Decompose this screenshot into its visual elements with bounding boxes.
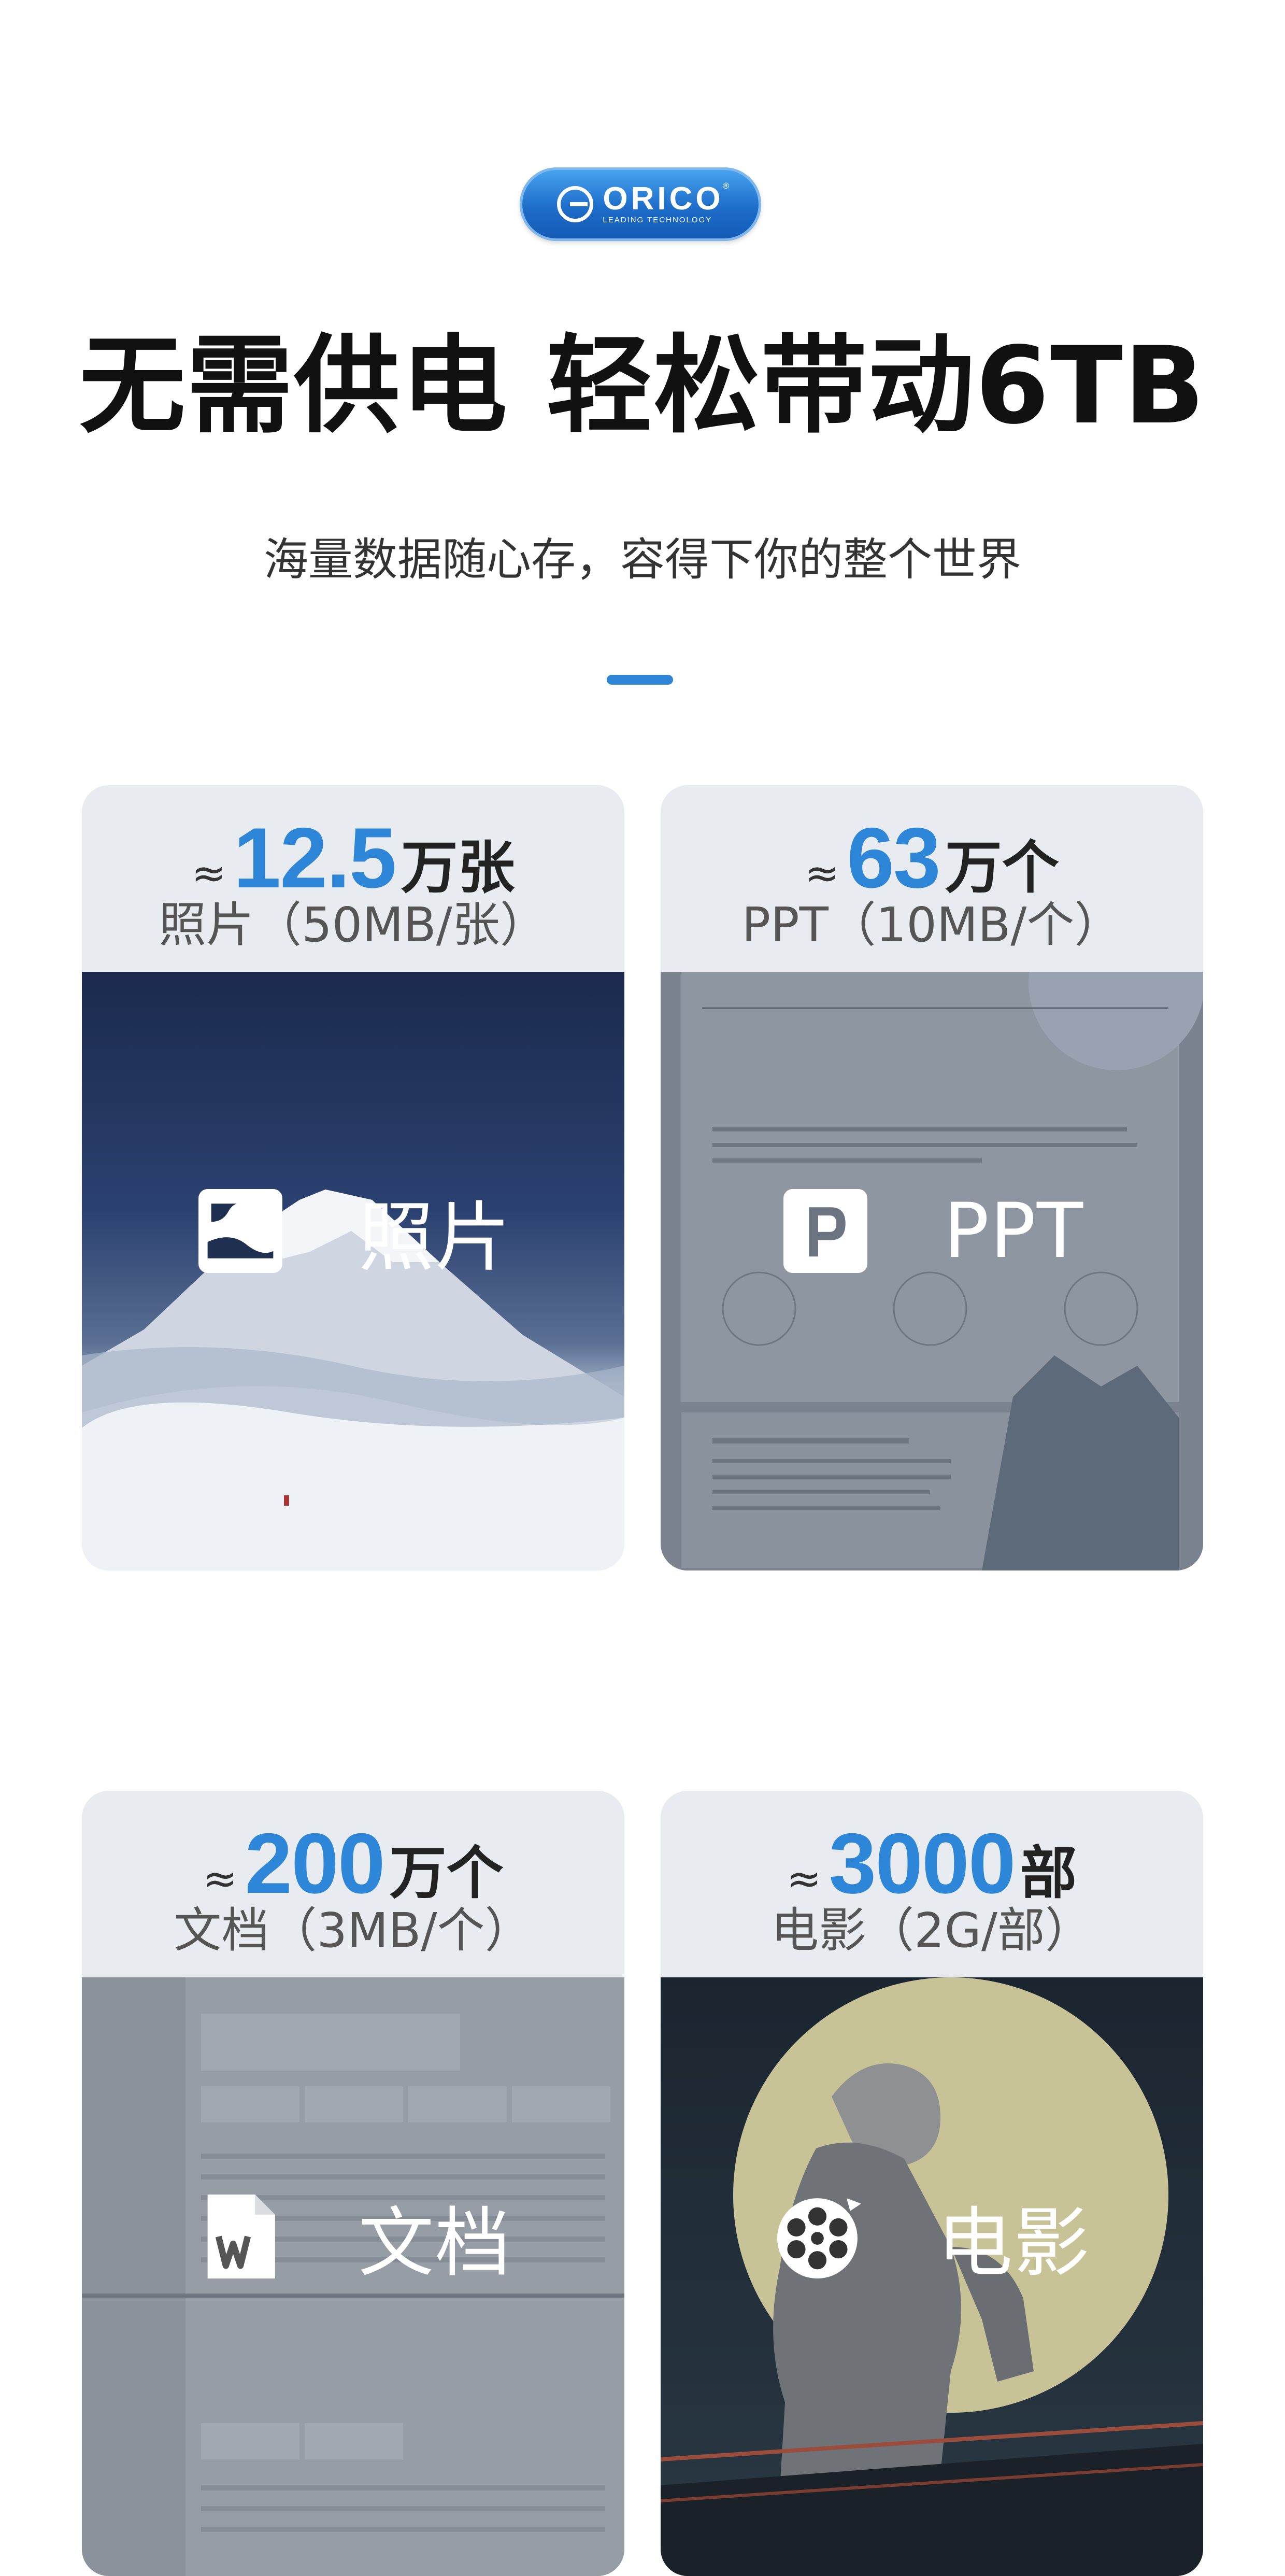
astronaut-moon-image: 电影 (661, 1977, 1203, 2576)
card-description: 电影（2G/部） (771, 1903, 1093, 1958)
card-description: 文档（3MB/个） (174, 1903, 533, 1958)
card-header: ≈3000部 电影（2G/部） (661, 1791, 1203, 1977)
logo-brand-name: ORICO (603, 181, 724, 217)
logo-tagline: LEADING TECHNOLOGY (603, 216, 712, 224)
card-description: 照片（50MB/张） (159, 897, 548, 953)
documents-ui-image: 文档 (82, 1977, 624, 2576)
media-label: PPT (661, 1179, 1203, 1283)
media-label-text: 电影 (937, 2199, 1091, 2287)
media-label: 电影 (661, 2185, 1203, 2288)
card-header: ≈63万个 PPT（10MB/个） (661, 785, 1203, 972)
ppt-icon (783, 1189, 867, 1273)
capacity-card-movies: ≈3000部 电影（2G/部） 电影 (661, 1791, 1203, 2576)
orico-logo-mark (557, 186, 594, 222)
media-label-text: 照片 (358, 1193, 512, 1282)
media-label-text: 文档 (358, 2199, 512, 2287)
card-header: ≈12.5万张 照片（50MB/张） (82, 785, 624, 972)
card-description: PPT（10MB/个） (741, 897, 1122, 953)
media-label-text: PPT (943, 1187, 1084, 1275)
page-subtitle: 海量数据随心存，容得下你的整个世界 (264, 534, 1021, 586)
capacity-card-photos: ≈12.5万张 照片（50MB/张） 照片 (82, 785, 624, 1570)
photo-icon (198, 1189, 282, 1273)
orico-logo: ORICO LEADING TECHNOLOGY ® (520, 167, 761, 241)
film-reel-icon (777, 2198, 861, 2278)
card-header: ≈200万个 文档（3MB/个） (82, 1791, 624, 1977)
media-label: 文档 (82, 2185, 624, 2288)
media-label: 照片 (82, 1179, 624, 1283)
photo-mountain-image: 照片 (82, 972, 624, 1570)
page-title: 无需供电 轻松带动6TB (79, 324, 1206, 448)
ppt-slides-image: PPT (661, 972, 1203, 1570)
capacity-card-ppt: ≈63万个 PPT（10MB/个） PPT (661, 785, 1203, 1570)
title-divider (607, 675, 673, 685)
registered-mark: ® (722, 181, 730, 191)
document-icon (207, 2195, 275, 2278)
capacity-card-documents: ≈200万个 文档（3MB/个） 文档 (82, 1791, 624, 2576)
